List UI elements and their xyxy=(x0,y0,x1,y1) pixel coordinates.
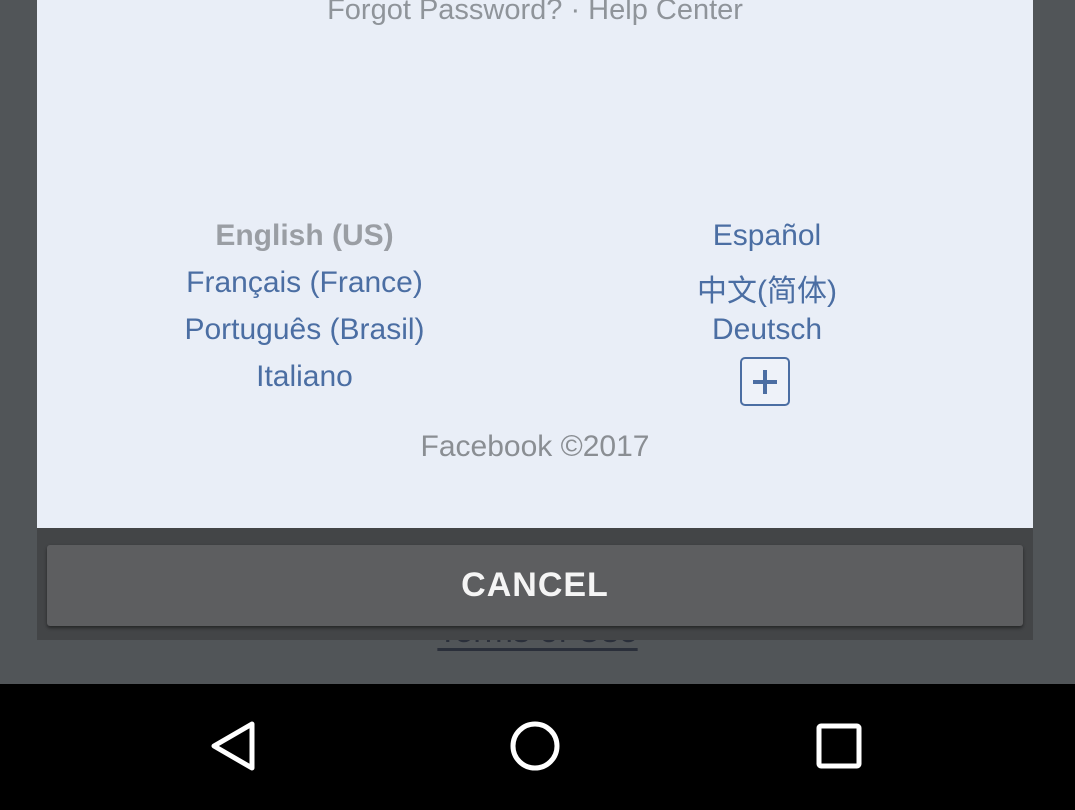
back-button[interactable] xyxy=(193,716,273,776)
android-navigation-bar xyxy=(0,684,1075,810)
cancel-button[interactable]: CANCEL xyxy=(47,545,1023,626)
language-chinese-simplified[interactable]: 中文(简体) xyxy=(622,266,912,310)
language-portugues[interactable]: Português (Brasil) xyxy=(157,313,452,347)
language-english-us: English (US) xyxy=(215,219,394,252)
language-francais[interactable]: Français (France) xyxy=(157,266,452,300)
language-deutsch[interactable]: Deutsch xyxy=(622,313,912,347)
language-sheet: Forgot Password? · Help Center English (… xyxy=(37,0,1033,528)
dialog-button-bar: CANCEL xyxy=(37,528,1033,640)
recents-icon xyxy=(816,723,862,769)
forgot-password-help-links[interactable]: Forgot Password? · Help Center xyxy=(37,0,1033,27)
copyright-text: Facebook ©2017 xyxy=(420,430,650,463)
home-icon xyxy=(510,721,560,771)
recents-button[interactable] xyxy=(799,716,879,776)
home-button[interactable] xyxy=(495,716,575,776)
language-italiano[interactable]: Italiano xyxy=(157,360,452,394)
more-languages-button[interactable] xyxy=(740,357,790,406)
plus-icon xyxy=(753,369,777,394)
language-espanol[interactable]: Español xyxy=(622,219,912,253)
back-icon xyxy=(211,721,255,771)
